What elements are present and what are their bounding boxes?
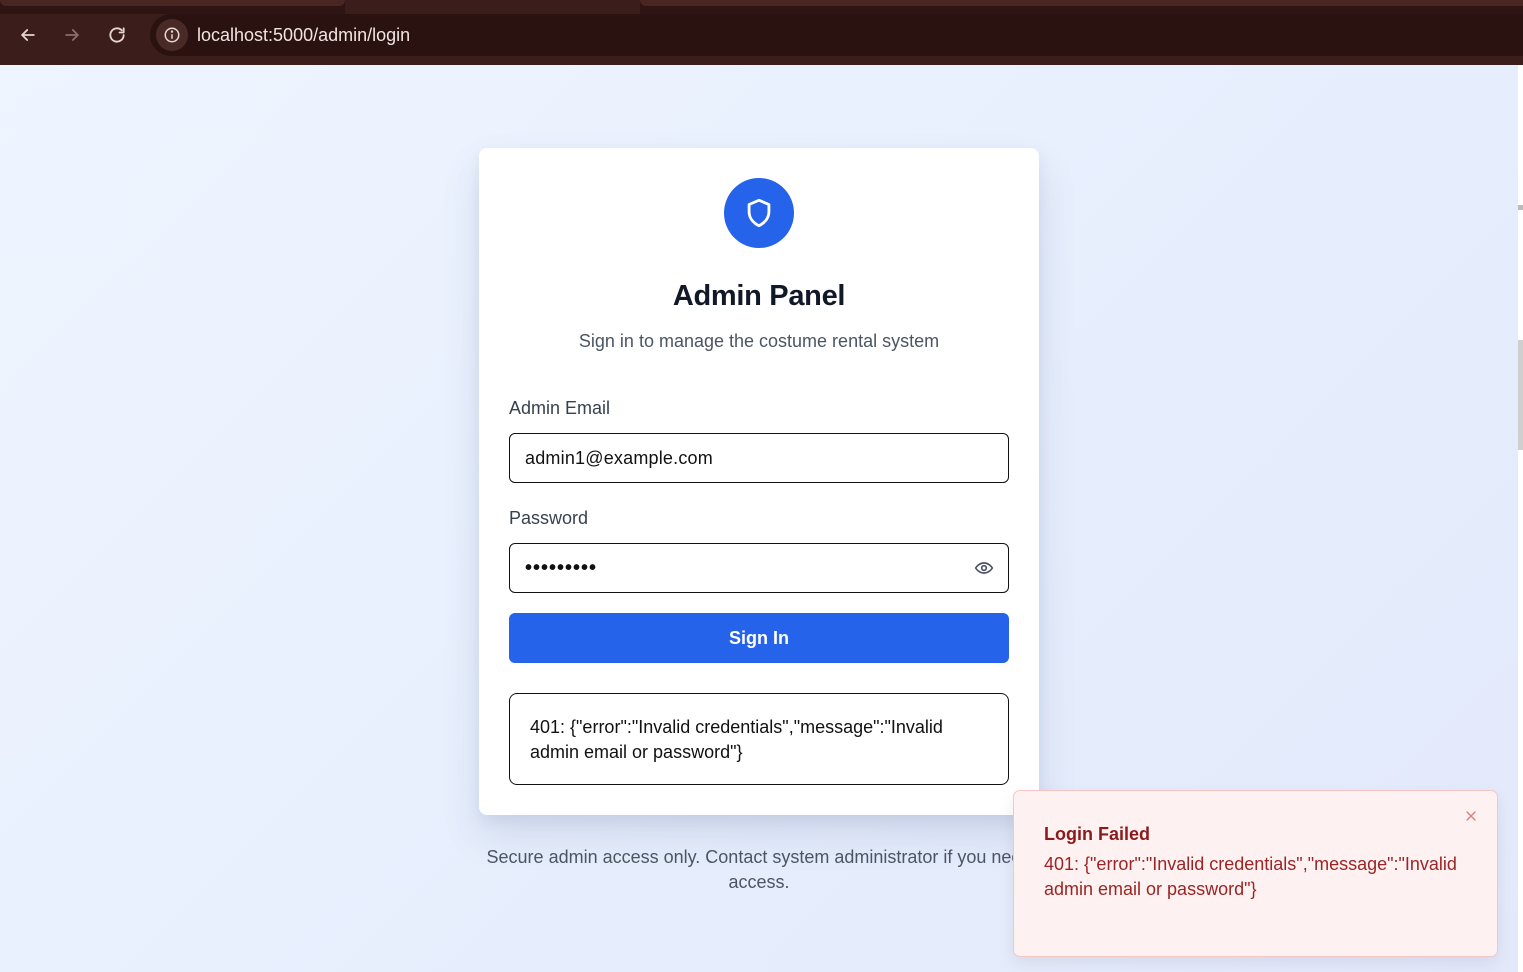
reload-button[interactable] [102, 20, 132, 50]
password-field[interactable]: ••••••••• [509, 543, 1009, 593]
scrollbar-thumb[interactable] [1518, 340, 1523, 450]
toast-message: 401: {"error":"Invalid credentials","mes… [1044, 854, 1457, 899]
tab-active[interactable] [345, 0, 640, 14]
reload-icon [109, 27, 125, 43]
shield-icon [747, 198, 771, 228]
logo-badge [724, 178, 794, 248]
scrollbar-track[interactable] [1518, 65, 1523, 972]
browser-toolbar: localhost:5000/admin/login [0, 0, 1523, 65]
error-message-box: 401: {"error":"Invalid credentials","mes… [509, 693, 1009, 785]
error-toast: Login Failed 401: {"error":"Invalid cred… [1013, 790, 1498, 957]
tab-strip [0, 0, 1523, 14]
page-title: Admin Panel [672, 280, 846, 312]
email-field[interactable]: admin1@example.com [509, 433, 1009, 483]
email-label: Admin Email [509, 398, 611, 418]
footer-note: Secure admin access only. Contact system… [486, 847, 1032, 892]
tab-inactive[interactable] [0, 0, 345, 6]
email-value: admin1@example.com [525, 447, 713, 468]
back-button[interactable] [13, 20, 43, 50]
tab-inactive[interactable] [640, 0, 1523, 6]
password-value: ••••••••• [525, 556, 598, 579]
eye-icon[interactable] [974, 558, 994, 578]
forward-button[interactable] [57, 20, 87, 50]
close-icon[interactable] [1463, 808, 1479, 824]
site-info-button[interactable] [156, 19, 188, 51]
login-card: Admin Panel Sign in to manage the costum… [479, 148, 1039, 815]
arrow-right-icon [65, 29, 79, 41]
scrollbar-marker [1518, 205, 1523, 210]
info-icon [164, 27, 180, 43]
page-subtitle: Sign in to manage the costume rental sys… [578, 331, 940, 351]
sign-in-button[interactable]: Sign In [509, 613, 1009, 663]
toast-title: Login Failed [1044, 824, 1150, 844]
url-text[interactable]: localhost:5000/admin/login [197, 25, 410, 46]
arrow-left-icon [21, 29, 35, 41]
password-label: Password [509, 508, 589, 528]
address-bar[interactable]: localhost:5000/admin/login [150, 14, 1523, 56]
